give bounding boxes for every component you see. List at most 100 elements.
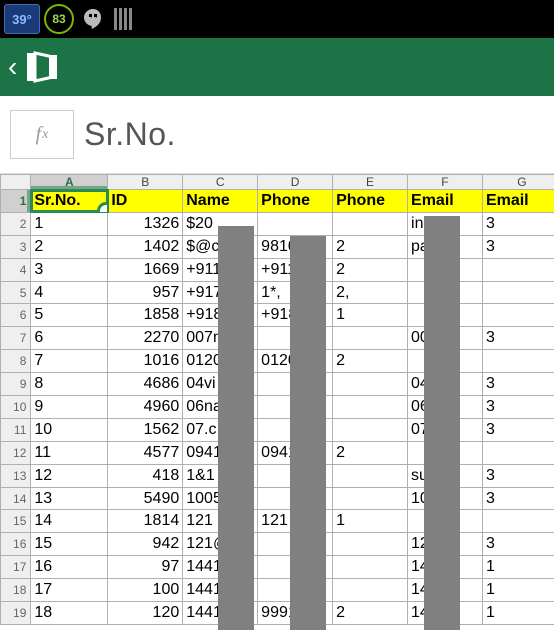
cell[interactable]: 11 — [31, 441, 108, 464]
cell[interactable]: Email — [408, 190, 483, 213]
cell[interactable]: 2 — [333, 258, 408, 281]
select-all-corner[interactable] — [1, 175, 31, 190]
cell[interactable] — [333, 556, 408, 579]
cell[interactable]: 2 — [333, 235, 408, 258]
fx-button[interactable]: fx — [10, 110, 74, 159]
cell[interactable] — [333, 396, 408, 419]
cell[interactable]: 5 — [31, 304, 108, 327]
cell[interactable]: 1402 — [108, 235, 183, 258]
row-header[interactable]: 12 — [1, 441, 31, 464]
cell[interactable]: 3 — [482, 373, 554, 396]
cell[interactable]: 1326 — [108, 212, 183, 235]
cell[interactable] — [482, 510, 554, 533]
cell[interactable]: 4686 — [108, 373, 183, 396]
col-header-E[interactable]: E — [333, 175, 408, 190]
cell[interactable] — [258, 212, 333, 235]
cell[interactable]: 1562 — [108, 418, 183, 441]
col-header-A[interactable]: A — [31, 175, 108, 190]
cell[interactable]: 12 — [31, 464, 108, 487]
cell[interactable]: 1 — [482, 556, 554, 579]
col-header-C[interactable]: C — [183, 175, 258, 190]
cell[interactable]: 2270 — [108, 327, 183, 350]
back-button[interactable]: ‹ — [8, 51, 17, 83]
cell[interactable] — [333, 327, 408, 350]
cell[interactable] — [333, 579, 408, 602]
cell[interactable] — [482, 258, 554, 281]
row-header[interactable]: 7 — [1, 327, 31, 350]
row-header[interactable]: 14 — [1, 487, 31, 510]
cell[interactable]: 1016 — [108, 350, 183, 373]
row-header[interactable]: 9 — [1, 373, 31, 396]
cell[interactable] — [482, 281, 554, 304]
cell[interactable] — [482, 304, 554, 327]
cell[interactable]: 17 — [31, 579, 108, 602]
cell[interactable]: 120 — [108, 602, 183, 625]
cell[interactable]: 1814 — [108, 510, 183, 533]
cell[interactable]: 1 — [333, 304, 408, 327]
cell[interactable]: 16 — [31, 556, 108, 579]
cell[interactable]: 10 — [31, 418, 108, 441]
cell[interactable]: 3 — [482, 533, 554, 556]
cell[interactable] — [333, 487, 408, 510]
cell[interactable]: 3 — [482, 327, 554, 350]
cell[interactable]: 957 — [108, 281, 183, 304]
row-header[interactable]: 13 — [1, 464, 31, 487]
row-header[interactable]: 11 — [1, 418, 31, 441]
cell[interactable]: 14 — [31, 510, 108, 533]
col-header-F[interactable]: F — [408, 175, 483, 190]
cell[interactable]: 13 — [31, 487, 108, 510]
cell[interactable]: 1858 — [108, 304, 183, 327]
row-header[interactable]: 2 — [1, 212, 31, 235]
cell[interactable]: 5490 — [108, 487, 183, 510]
cell[interactable] — [333, 373, 408, 396]
cell[interactable]: 3 — [482, 212, 554, 235]
row-header[interactable]: 1 — [1, 190, 31, 213]
formula-value[interactable]: Sr.No. — [84, 96, 554, 173]
cell[interactable]: 15 — [31, 533, 108, 556]
cell[interactable]: 9 — [31, 396, 108, 419]
cell[interactable]: 18 — [31, 602, 108, 625]
row-header[interactable]: 3 — [1, 235, 31, 258]
cell[interactable]: Phone — [258, 190, 333, 213]
cell[interactable]: 6 — [31, 327, 108, 350]
row-header[interactable]: 8 — [1, 350, 31, 373]
cell[interactable]: 3 — [482, 418, 554, 441]
cell[interactable] — [482, 350, 554, 373]
cell[interactable]: 3 — [31, 258, 108, 281]
cell[interactable] — [333, 533, 408, 556]
cell[interactable]: 2 — [31, 235, 108, 258]
cell[interactable]: 942 — [108, 533, 183, 556]
cell[interactable]: 1669 — [108, 258, 183, 281]
cell[interactable]: 3 — [482, 396, 554, 419]
cell[interactable]: 2, — [333, 281, 408, 304]
cell[interactable]: 4960 — [108, 396, 183, 419]
row-header[interactable]: 18 — [1, 579, 31, 602]
cell[interactable]: 3 — [482, 487, 554, 510]
cell[interactable]: 1 — [482, 579, 554, 602]
cell[interactable]: 3 — [482, 464, 554, 487]
cell[interactable]: 3 — [482, 235, 554, 258]
cell[interactable]: 100 — [108, 579, 183, 602]
row-header[interactable]: 16 — [1, 533, 31, 556]
row-header[interactable]: 15 — [1, 510, 31, 533]
cell[interactable]: 7 — [31, 350, 108, 373]
cell[interactable]: 1 — [482, 602, 554, 625]
cell[interactable]: 418 — [108, 464, 183, 487]
row-header[interactable]: 4 — [1, 258, 31, 281]
cell[interactable]: Email — [482, 190, 554, 213]
cell[interactable] — [482, 441, 554, 464]
cell[interactable]: 4 — [31, 281, 108, 304]
cell[interactable]: ID — [108, 190, 183, 213]
row-header[interactable]: 17 — [1, 556, 31, 579]
row-header[interactable]: 6 — [1, 304, 31, 327]
cell[interactable] — [333, 464, 408, 487]
cell[interactable]: 2 — [333, 602, 408, 625]
cell[interactable]: 8 — [31, 373, 108, 396]
col-header-G[interactable]: G — [482, 175, 554, 190]
row-header[interactable]: 5 — [1, 281, 31, 304]
row-header[interactable]: 10 — [1, 396, 31, 419]
cell[interactable]: 1 — [31, 212, 108, 235]
spreadsheet[interactable]: A B C D E F G 1Sr.No.IDNamePhonePhoneEma… — [0, 174, 554, 625]
col-header-D[interactable]: D — [258, 175, 333, 190]
cell[interactable]: 2 — [333, 350, 408, 373]
